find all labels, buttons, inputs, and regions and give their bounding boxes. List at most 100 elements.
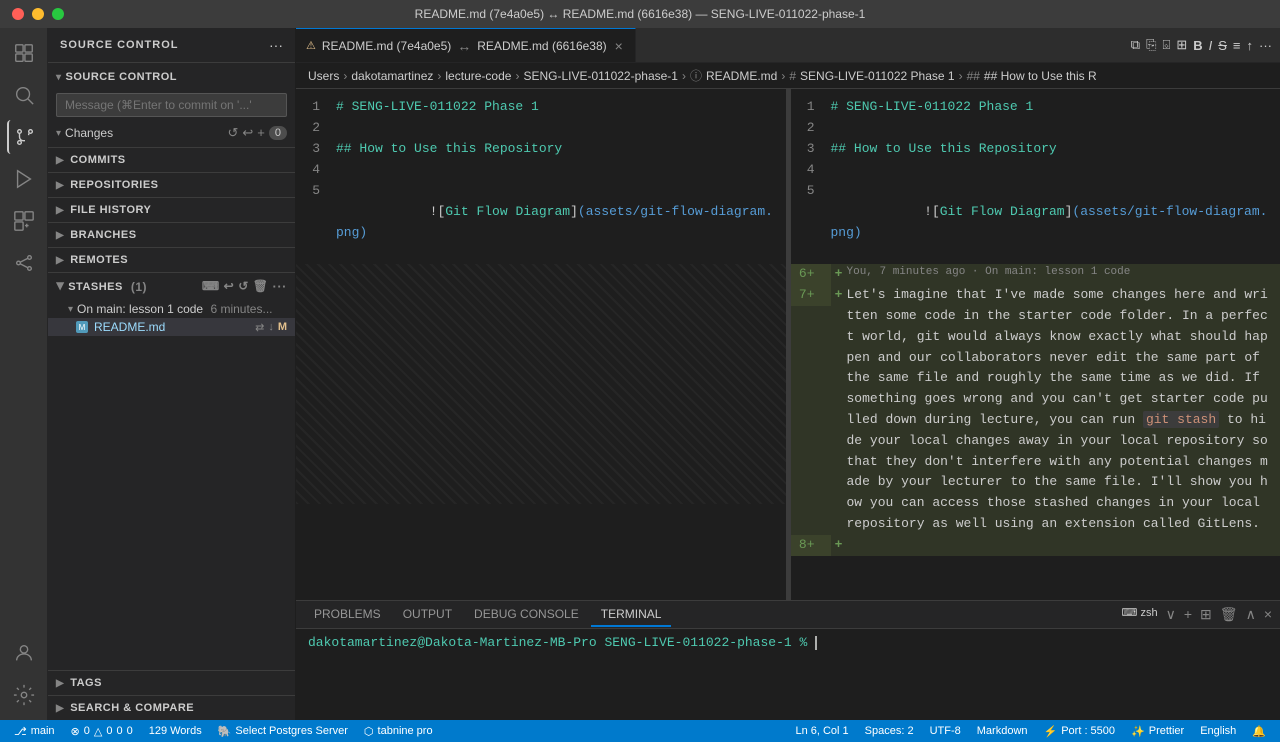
activity-source-control[interactable] [7, 120, 41, 154]
terminal-split-icon[interactable]: ⊞ [1200, 606, 1212, 623]
status-words[interactable]: 129 Words [143, 720, 208, 742]
left-code-pane[interactable]: 1 # SENG-LIVE-011022 Phase 1 2 3 ## How … [296, 89, 787, 600]
activity-search[interactable] [7, 78, 41, 112]
stash-item[interactable]: ▾ On main: lesson 1 code 6 minutes... [48, 300, 295, 318]
diff-marker: + [831, 285, 847, 306]
status-tabnine[interactable]: ⬡ tabnine pro [358, 720, 439, 742]
toolbar-view-icon[interactable]: ⊞ [1176, 37, 1187, 53]
activity-explorer[interactable] [7, 36, 41, 70]
breadcrumb-lecture[interactable]: lecture-code [445, 69, 511, 83]
toolbar-split-icon[interactable]: ⧉ [1131, 37, 1140, 53]
toolbar-bold[interactable]: B [1193, 38, 1202, 53]
branches-header[interactable]: ▶ BRANCHES [48, 223, 295, 247]
stash-file-entry[interactable]: M README.md ⇄ ↓ M [48, 318, 295, 336]
stash-more[interactable]: ··· [273, 279, 288, 294]
activity-account[interactable] [7, 636, 41, 670]
toolbar-list[interactable]: ≡ [1233, 38, 1241, 53]
stash-action-1[interactable]: ⌨ [202, 279, 220, 294]
activity-settings[interactable] [7, 678, 41, 712]
breadcrumb-repo[interactable]: SENG-LIVE-011022-phase-1 [523, 69, 678, 83]
breadcrumb-user[interactable]: dakotamartinez [351, 69, 433, 83]
stage-all-icon[interactable]: + [257, 125, 265, 141]
terminal-trash-icon[interactable]: 🗑 [1220, 606, 1238, 623]
toolbar-up[interactable]: ↑ [1247, 38, 1254, 53]
breadcrumb-heading[interactable]: ## How to Use this R [984, 69, 1097, 83]
tab-debug-console[interactable]: DEBUG CONSOLE [464, 603, 589, 627]
terminal-add-icon[interactable]: + [1184, 606, 1192, 623]
line-num: 3 [296, 139, 336, 160]
stash-badge-save: ↓ [268, 321, 274, 333]
activity-git-graph[interactable] [7, 246, 41, 280]
toolbar-copy-icon[interactable]: ⎘ [1146, 37, 1156, 53]
stash-item-label: On main: lesson 1 code 6 minutes... [77, 302, 287, 316]
status-branch[interactable]: ⎇ main [8, 720, 61, 742]
status-spaces[interactable]: Spaces: 2 [859, 720, 920, 742]
commits-chevron: ▶ [56, 155, 64, 166]
activity-run-debug[interactable] [7, 162, 41, 196]
tags-header[interactable]: ▶ TAGS [48, 671, 295, 695]
message-input-container [48, 87, 295, 123]
code-line: 5 ![Git Flow Diagram](assets/git-flow-di… [296, 181, 786, 264]
stash-entry-time: 6 minutes... [210, 302, 272, 316]
tab-problems[interactable]: PROBLEMS [304, 603, 391, 627]
breadcrumb-file[interactable]: README.md [706, 69, 777, 83]
terminal-shell-chevron[interactable]: ∨ [1166, 606, 1176, 623]
refresh-icon[interactable]: ↺ [227, 125, 238, 141]
stash-action-2[interactable]: ↩ [224, 279, 235, 294]
tab-readme-diff[interactable]: ⚠ README.md (7e4a0e5) ↔ README.md (6616e… [296, 28, 636, 62]
terminal-prompt: dakotamartinez@Dakota-Martinez-MB-Pro SE… [308, 635, 817, 650]
spaces-label: Spaces: 2 [865, 725, 914, 737]
status-prettier[interactable]: ✨ Prettier [1125, 720, 1190, 742]
status-position[interactable]: Ln 6, Col 1 [789, 720, 854, 742]
status-locale[interactable]: English [1194, 720, 1242, 742]
sc-section-toggle[interactable]: ▾ SOURCE CONTROL [48, 67, 295, 87]
toolbar-more[interactable]: ··· [1259, 38, 1272, 53]
toolbar-open-icon[interactable]: ⌺ [1163, 37, 1171, 53]
line-num: 8+ [791, 535, 831, 556]
status-server[interactable]: 🐘 Select Postgres Server [212, 720, 354, 742]
tab-output[interactable]: OUTPUT [393, 603, 462, 627]
sidebar-more-button[interactable]: ··· [269, 37, 283, 53]
stash-badge-m: M [278, 321, 287, 333]
tab-terminal[interactable]: TERMINAL [591, 603, 672, 627]
activity-extensions[interactable] [7, 204, 41, 238]
editor-toolbar: ⧉ ⎘ ⌺ ⊞ B I S ≡ ↑ ··· [1123, 37, 1280, 53]
minimize-button[interactable] [32, 8, 44, 20]
toolbar-italic[interactable]: I [1209, 38, 1213, 53]
remotes-header[interactable]: ▶ REMOTES [48, 248, 295, 272]
status-errors[interactable]: ⊗ 0 △ 0 0 0 [65, 720, 139, 742]
stashes-header[interactable]: ▶ STASHES (1) ⌨ ↩ ↺ 🗑 ··· [48, 273, 295, 300]
status-language[interactable]: Markdown [971, 720, 1034, 742]
file-history-header[interactable]: ▶ FILE HISTORY [48, 198, 295, 222]
right-code-pane[interactable]: 1 # SENG-LIVE-011022 Phase 1 2 3 ## How … [791, 89, 1280, 600]
locale-label: English [1200, 725, 1236, 737]
added-content-line: 7+ + Let's imagine that I've made some c… [791, 285, 1280, 535]
message-input[interactable] [56, 93, 287, 117]
status-notifications[interactable]: 🔔 [1246, 720, 1272, 742]
breadcrumb-section[interactable]: SENG-LIVE-011022 Phase 1 [800, 69, 955, 83]
stash-action-4[interactable]: 🗑 [253, 279, 269, 294]
tab-close-button[interactable]: × [613, 38, 625, 54]
stash-action-3[interactable]: ↺ [238, 279, 249, 294]
toolbar-strikethrough[interactable]: S [1218, 38, 1227, 53]
status-encoding[interactable]: UTF-8 [924, 720, 967, 742]
repositories-header[interactable]: ▶ REPOSITORIES [48, 173, 295, 197]
terminal-content[interactable]: dakotamartinez@Dakota-Martinez-MB-Pro SE… [296, 629, 1280, 720]
status-port[interactable]: ⚡ Port : 5500 [1038, 720, 1122, 742]
breadcrumb-users[interactable]: Users [308, 69, 339, 83]
close-button[interactable] [12, 8, 24, 20]
branches-label: BRANCHES [70, 229, 136, 241]
commits-header[interactable]: ▶ COMMITS [48, 148, 295, 172]
file-history-chevron: ▶ [56, 205, 64, 216]
code-line: 1 # SENG-LIVE-011022 Phase 1 [296, 97, 786, 118]
stashes-actions: ⌨ ↩ ↺ 🗑 ··· [202, 279, 287, 294]
maximize-button[interactable] [52, 8, 64, 20]
undo-icon[interactable]: ↩ [242, 125, 253, 141]
stashes-count: (1) [131, 280, 147, 294]
search-compare-header[interactable]: ▶ SEARCH & COMPARE [48, 696, 295, 720]
repositories-section: ▶ REPOSITORIES [48, 172, 295, 197]
terminal-collapse-icon[interactable]: ∧ [1246, 606, 1256, 623]
remotes-label: REMOTES [70, 254, 128, 266]
changes-header[interactable]: ▾ Changes ↺ ↩ + 0 [48, 123, 295, 143]
terminal-close-icon[interactable]: × [1264, 606, 1272, 623]
